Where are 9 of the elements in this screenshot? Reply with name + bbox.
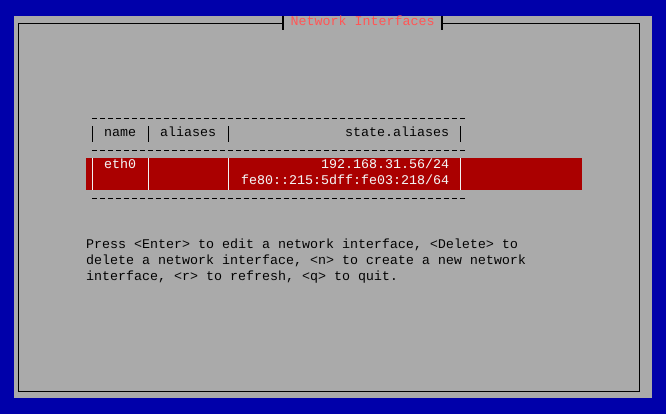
column-header: aliases [148, 126, 228, 142]
table-cell: eth0 [92, 158, 148, 190]
column-header: name [92, 126, 148, 142]
column-header: state.aliases [228, 126, 460, 142]
table-cell-text: 192.168.31.56/24 [320, 158, 449, 174]
table-cell: fe80::215:5dff:fe03:218/64 [240, 174, 449, 190]
window-title: Network Interfaces [282, 16, 444, 30]
table-row[interactable]: eth0 192.168.31.56/24 fe80::215:5dff:fe03:218/64 [86, 158, 582, 190]
help-text: Press <Enter> to edit a network interface, <Delete> to delete a network interface, <n> to create a new network interface, <r> to refresh, <q> to quit. [86, 238, 527, 286]
